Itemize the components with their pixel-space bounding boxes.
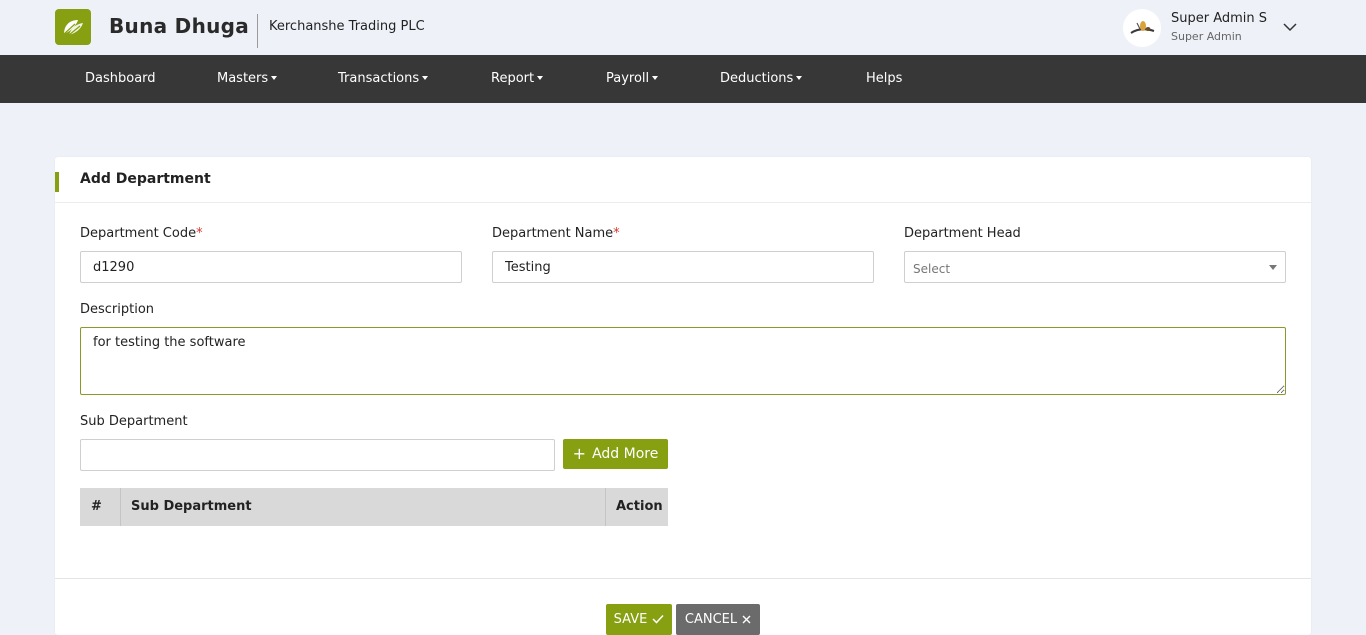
department-head-select[interactable]: Select [904, 251, 1286, 283]
avatar[interactable] [1123, 9, 1161, 47]
plus-icon: + [572, 444, 587, 463]
card-divider [55, 202, 1311, 203]
nav-label: Payroll [606, 71, 650, 86]
caret-down-icon [271, 76, 278, 80]
save-label: SAVE [613, 612, 648, 627]
department-code-label-text: Department Code [80, 226, 197, 241]
department-name-label: Department Name* [492, 226, 620, 241]
add-more-label: Add More [592, 446, 659, 462]
nav-label: Masters [217, 71, 269, 86]
save-button[interactable]: SAVE [606, 604, 672, 635]
nav-report[interactable]: Report [491, 71, 544, 86]
department-name-label-text: Department Name [492, 226, 614, 241]
user-role: Super Admin [1171, 30, 1242, 43]
nav-label: Transactions [338, 71, 420, 86]
company-name: Kerchanshe Trading PLC [269, 19, 425, 34]
description-label: Description [80, 302, 155, 317]
caret-down-icon [796, 76, 803, 80]
nav-payroll[interactable]: Payroll [606, 71, 659, 86]
nav-transactions[interactable]: Transactions [338, 71, 429, 86]
nav-label: Report [491, 71, 535, 86]
user-name: Super Admin S [1171, 11, 1268, 26]
nav-deductions[interactable]: Deductions [720, 71, 803, 86]
nav-dashboard[interactable]: Dashboard [85, 71, 156, 86]
footer-divider [55, 578, 1311, 579]
department-code-label: Department Code* [80, 226, 203, 241]
card-accent-bar [55, 172, 59, 192]
cancel-label: CANCEL [684, 612, 738, 627]
top-bar: Buna Dhuga Kerchanshe Trading PLC Super … [0, 0, 1366, 55]
nav-label: Helps [866, 71, 903, 86]
main-navbar: Dashboard Masters Transactions Report Pa… [0, 55, 1366, 103]
table-column-divider [605, 488, 606, 526]
brand-divider [257, 14, 258, 48]
description-textarea[interactable]: for testing the software [80, 327, 1286, 395]
sub-department-table: # Sub Department Action [80, 488, 668, 526]
table-header-index: # [91, 499, 102, 514]
department-head-selected: Select [913, 262, 951, 276]
table-header-sub-department: Sub Department [131, 499, 252, 514]
sub-department-input[interactable] [80, 439, 555, 471]
table-header-action: Action [616, 499, 663, 514]
caret-down-icon [1269, 265, 1277, 270]
caret-down-icon [422, 76, 429, 80]
nav-label: Deductions [720, 71, 794, 86]
cancel-button[interactable]: CANCEL [676, 604, 760, 635]
add-department-card: Add Department Department Code* Departme… [55, 157, 1311, 635]
chevron-down-icon[interactable] [1282, 19, 1298, 35]
close-icon [742, 613, 751, 627]
sub-department-label: Sub Department [80, 414, 188, 429]
brand-name: Buna Dhuga [109, 14, 250, 38]
required-mark: * [613, 226, 620, 241]
department-head-label: Department Head [904, 226, 1021, 241]
table-column-divider [120, 488, 121, 526]
department-code-input[interactable] [80, 251, 462, 283]
nav-masters[interactable]: Masters [217, 71, 278, 86]
caret-down-icon [652, 76, 659, 80]
add-more-button[interactable]: + Add More [563, 439, 668, 469]
required-mark: * [196, 226, 203, 241]
leaf-logo-icon[interactable] [55, 9, 91, 45]
check-icon [652, 613, 664, 627]
department-name-input[interactable] [492, 251, 874, 283]
page-title: Add Department [80, 171, 211, 187]
nav-helps[interactable]: Helps [866, 71, 902, 86]
nav-label: Dashboard [85, 71, 156, 86]
caret-down-icon [537, 76, 544, 80]
